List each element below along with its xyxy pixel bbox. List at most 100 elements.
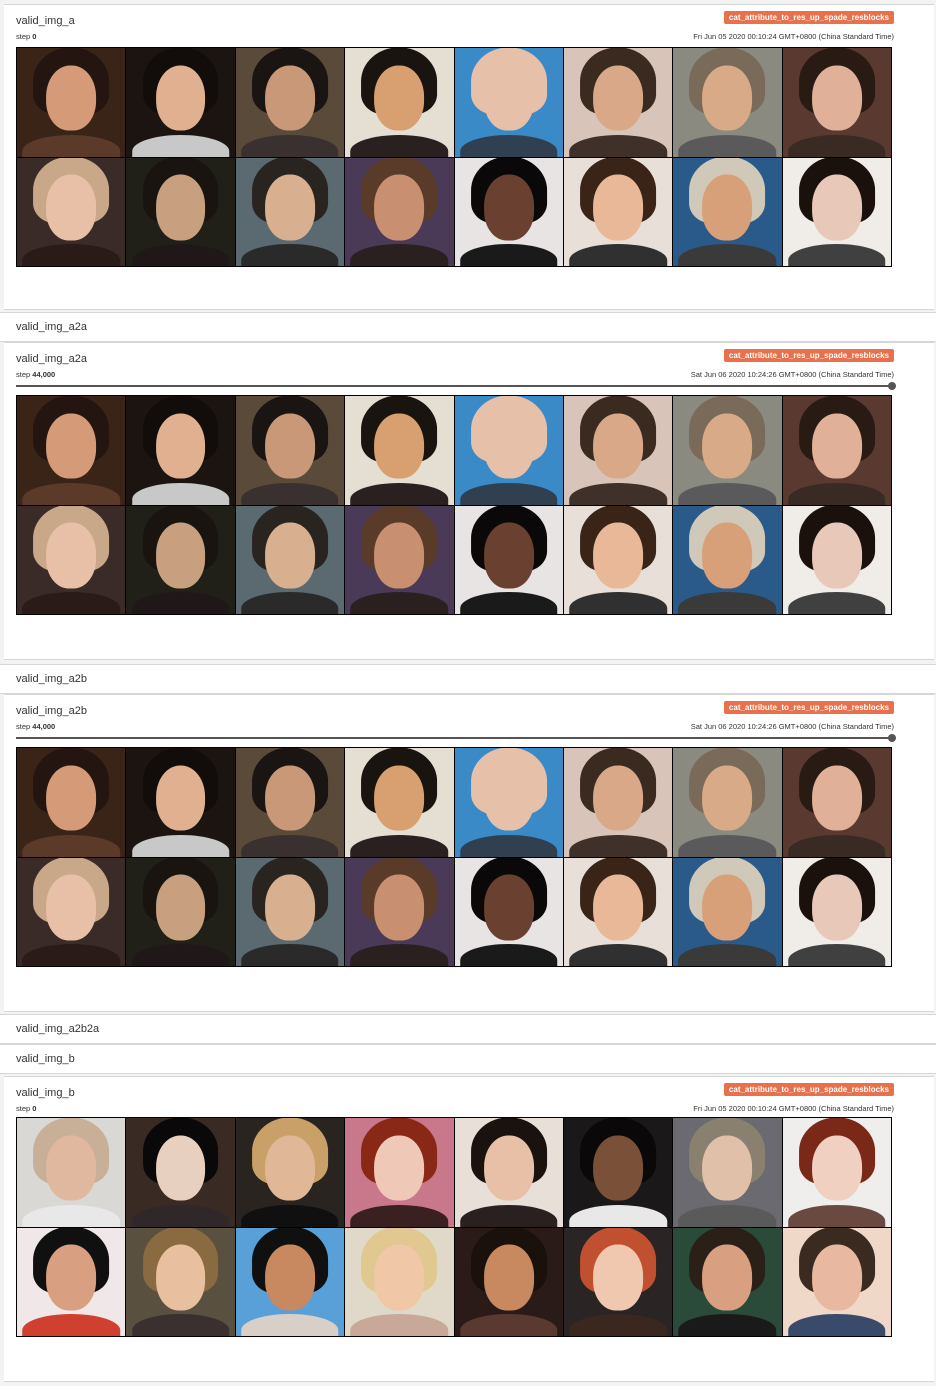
face-shape xyxy=(593,65,643,131)
image-grid[interactable] xyxy=(16,395,892,615)
shoulders-shape xyxy=(459,1204,558,1227)
shoulders-shape xyxy=(678,944,777,966)
face-shape xyxy=(811,413,862,479)
face-thumbnail xyxy=(563,505,673,614)
face-shape xyxy=(265,65,315,131)
face-thumbnail xyxy=(454,1118,563,1227)
image-grid[interactable] xyxy=(16,747,892,967)
face-shape xyxy=(702,522,753,588)
face-shape xyxy=(265,522,315,588)
shoulders-shape xyxy=(569,482,667,505)
face-thumbnail xyxy=(454,48,563,157)
shoulders-shape xyxy=(678,244,777,266)
face-shape xyxy=(46,765,97,831)
run-tag[interactable]: cat_attribute_to_res_up_spade_resblocks xyxy=(723,1083,894,1096)
shoulders-shape xyxy=(569,834,667,857)
shoulders-shape xyxy=(788,244,886,266)
shoulders-shape xyxy=(678,1314,777,1336)
shoulders-shape xyxy=(569,944,667,966)
face-shape xyxy=(593,174,643,240)
face-shape xyxy=(265,174,315,240)
face-thumbnail xyxy=(235,1118,345,1227)
shoulders-shape xyxy=(22,592,120,614)
face-thumbnail xyxy=(17,1227,126,1336)
face-thumbnail xyxy=(454,748,563,857)
slider-thumb[interactable] xyxy=(888,382,896,390)
face-shape xyxy=(46,174,97,240)
face-shape xyxy=(155,765,206,831)
face-thumbnail xyxy=(782,1227,891,1336)
run-tag[interactable]: cat_attribute_to_res_up_spade_resblocks xyxy=(723,11,894,24)
shoulders-shape xyxy=(350,1314,449,1336)
shoulders-shape xyxy=(459,834,558,857)
face-thumbnail xyxy=(126,396,235,505)
face-shape xyxy=(702,413,753,479)
section-title: valid_img_a2a xyxy=(16,321,87,333)
shoulders-shape xyxy=(569,592,667,614)
face-shape xyxy=(46,1135,97,1201)
face-thumbnail xyxy=(235,157,345,266)
face-shape xyxy=(374,874,425,940)
face-thumbnail xyxy=(345,396,454,505)
image-grid[interactable] xyxy=(16,47,892,267)
shoulders-shape xyxy=(569,1314,667,1336)
face-thumbnail xyxy=(454,396,563,505)
run-tag[interactable]: cat_attribute_to_res_up_spade_resblocks xyxy=(723,349,894,362)
card-valid-img-a2b: valid_img_a2b step 44,000 cat_attribute_… xyxy=(4,694,934,1012)
step-slider[interactable] xyxy=(16,734,896,742)
face-shape xyxy=(593,874,643,940)
section-header-a2b[interactable]: valid_img_a2b xyxy=(0,664,936,694)
section-header-a2a[interactable]: valid_img_a2a xyxy=(0,312,936,342)
face-thumbnail xyxy=(126,1227,235,1336)
face-shape xyxy=(265,1244,315,1310)
face-shape xyxy=(374,522,425,588)
face-thumbnail xyxy=(345,1227,454,1336)
run-tag[interactable]: cat_attribute_to_res_up_spade_resblocks xyxy=(723,701,894,714)
section-title: valid_img_a2b2a xyxy=(16,1023,100,1035)
shoulders-shape xyxy=(22,482,120,505)
timestamp: Fri Jun 05 2020 00:10:24 GMT+0800 (China… xyxy=(693,32,894,41)
face-shape xyxy=(483,174,534,240)
face-thumbnail xyxy=(454,157,563,266)
face-thumbnail xyxy=(345,157,454,266)
face-thumbnail xyxy=(345,48,454,157)
shoulders-shape xyxy=(350,244,449,266)
section-header-a2b2a[interactable]: valid_img_a2b2a xyxy=(0,1014,936,1044)
face-shape xyxy=(811,765,862,831)
shoulders-shape xyxy=(131,944,230,966)
shoulders-shape xyxy=(788,592,886,614)
face-thumbnail xyxy=(782,157,891,266)
face-shape xyxy=(155,413,206,479)
step-indicator: step 0 xyxy=(16,32,37,41)
face-thumbnail xyxy=(17,857,126,966)
face-shape xyxy=(702,1135,753,1201)
face-thumbnail xyxy=(17,748,126,857)
shoulders-shape xyxy=(131,134,230,157)
shoulders-shape xyxy=(22,944,120,966)
timestamp: Sat Jun 06 2020 10:24:26 GMT+0800 (China… xyxy=(690,722,894,731)
shoulders-shape xyxy=(241,244,339,266)
shoulders-shape xyxy=(131,482,230,505)
shoulders-shape xyxy=(459,1314,558,1336)
shoulders-shape xyxy=(241,1314,339,1336)
image-grid[interactable] xyxy=(16,1117,892,1337)
shoulders-shape xyxy=(131,1314,230,1336)
shoulders-shape xyxy=(459,482,558,505)
slider-thumb[interactable] xyxy=(888,734,896,742)
face-shape xyxy=(811,1135,862,1201)
shoulders-shape xyxy=(569,134,667,157)
shoulders-shape xyxy=(22,244,120,266)
face-shape xyxy=(483,413,534,479)
face-shape xyxy=(593,413,643,479)
face-thumbnail xyxy=(563,157,673,266)
face-shape xyxy=(483,522,534,588)
step-indicator: step 44,000 xyxy=(16,370,56,379)
face-shape xyxy=(374,174,425,240)
step-slider[interactable] xyxy=(16,382,896,390)
section-title: valid_img_a2b xyxy=(16,673,87,685)
face-thumbnail xyxy=(235,857,345,966)
section-header-b[interactable]: valid_img_b xyxy=(0,1044,936,1074)
shoulders-shape xyxy=(678,134,777,157)
section-title: valid_img_b xyxy=(16,1053,75,1065)
step-indicator: step 44,000 xyxy=(16,722,56,731)
